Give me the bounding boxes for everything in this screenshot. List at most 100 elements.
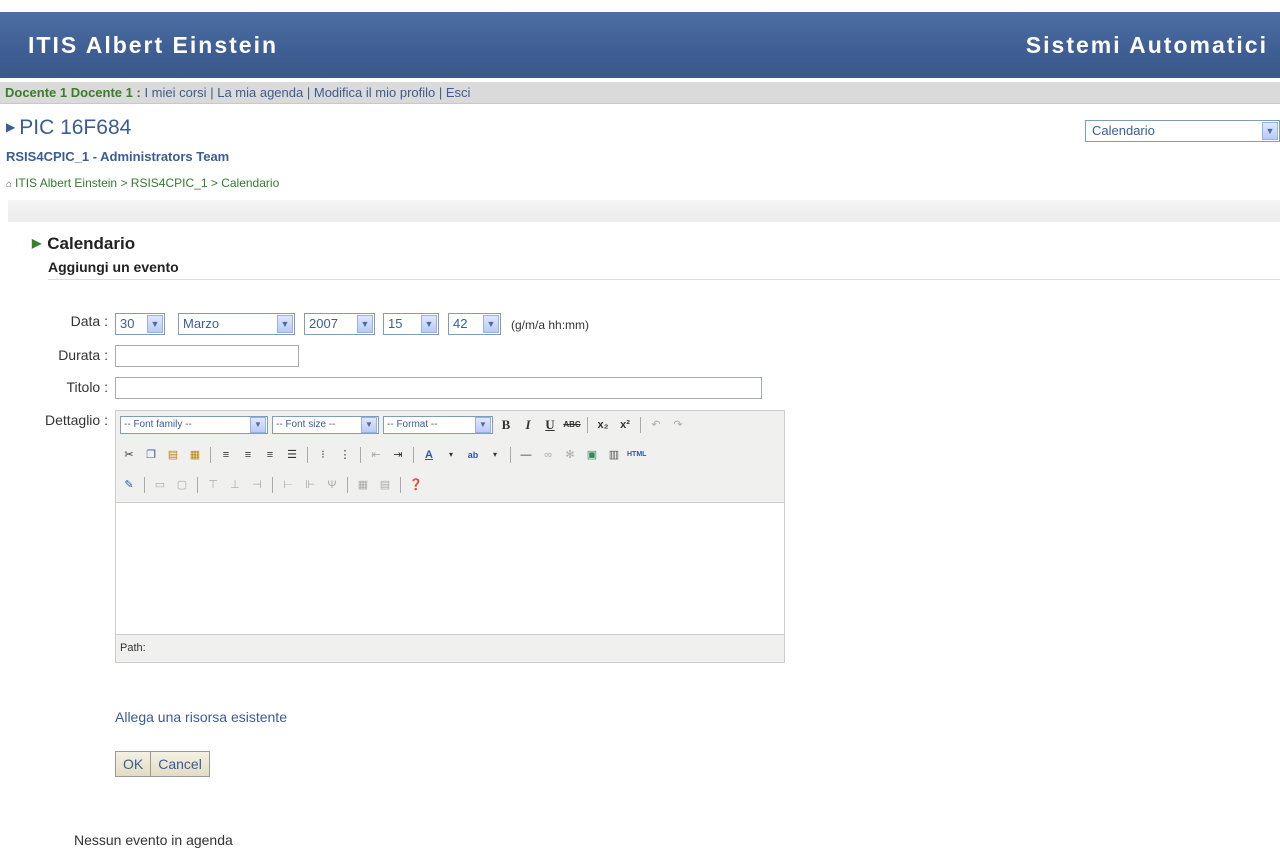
edit-table-icon[interactable]: ✎ <box>120 476 138 494</box>
year-select[interactable]: 2007 ▼ <box>304 313 375 335</box>
user-bar: Docente 1 Docente 1 : I miei corsi | La … <box>0 82 1280 104</box>
underline-icon[interactable]: U <box>541 416 559 434</box>
day-select[interactable]: 30 ▼ <box>115 313 165 335</box>
section-subtitle: Aggiungi un evento <box>48 259 179 275</box>
chevron-down-icon[interactable]: ▾ <box>486 446 504 464</box>
align-center-icon[interactable]: ≡ <box>239 446 257 464</box>
format-select[interactable]: -- Format -- ▼ <box>383 416 493 434</box>
subscript-icon[interactable]: x₂ <box>594 416 612 434</box>
font-size-select[interactable]: -- Font size -- ▼ <box>272 416 379 434</box>
paste-word-icon[interactable]: ▦ <box>186 446 204 464</box>
user-name: Docente 1 Docente 1 : <box>5 85 141 100</box>
year-value: 2007 <box>309 316 338 331</box>
detail-label: Dettaglio : <box>44 412 108 428</box>
toolbar-separator <box>360 447 361 463</box>
breadcrumb-home[interactable]: ITIS Albert Einstein <box>15 176 117 190</box>
delete-col-icon[interactable]: Ψ <box>323 476 341 494</box>
logout-link[interactable]: Esci <box>446 85 471 100</box>
unlink-icon[interactable]: ✻ <box>561 446 579 464</box>
outdent-icon[interactable]: ⇤ <box>367 446 385 464</box>
table-row-props-icon[interactable]: ▭ <box>151 476 169 494</box>
italic-icon[interactable]: I <box>519 416 537 434</box>
rich-text-editor: -- Font family -- ▼ -- Font size -- ▼ -- F… <box>115 410 785 663</box>
ok-button[interactable]: OK <box>115 751 152 777</box>
title-input[interactable] <box>115 377 762 399</box>
copy-icon[interactable]: ❐ <box>142 446 160 464</box>
separator: | <box>306 85 311 100</box>
help-icon[interactable]: ❓ <box>407 476 425 494</box>
jump-menu-select[interactable]: Calendario ▼ <box>1085 120 1280 142</box>
course-team: RSIS4CPIC_1 - Administrators Team <box>6 149 230 164</box>
breadcrumb: ⌂ ITIS Albert Einstein > RSIS4CPIC_1 > Ca… <box>6 176 279 190</box>
chevron-down-icon: ▼ <box>357 315 373 333</box>
media-icon[interactable]: ▥ <box>605 446 623 464</box>
course-title: ▶ PIC 16F684 <box>6 116 131 140</box>
chevron-down-icon: ▼ <box>277 315 293 333</box>
align-right-icon[interactable]: ≡ <box>261 446 279 464</box>
triangle-right-icon: ▶ <box>6 120 16 134</box>
cut-icon[interactable]: ✂ <box>120 446 138 464</box>
strikethrough-icon[interactable]: ABC <box>563 416 581 434</box>
chevron-down-icon[interactable]: ▼ <box>1262 122 1278 140</box>
merge-cells-icon[interactable]: ▤ <box>376 476 394 494</box>
font-family-select[interactable]: -- Font family -- ▼ <box>120 416 268 434</box>
split-cells-icon[interactable]: ▦ <box>354 476 372 494</box>
attach-resource-link[interactable]: Allega una risorsa esistente <box>115 709 287 725</box>
breadcrumb-course[interactable]: RSIS4CPIC_1 <box>131 176 208 190</box>
hour-select[interactable]: 15 ▼ <box>383 313 439 335</box>
course-title-text: PIC 16F684 <box>19 116 132 139</box>
delete-row-icon[interactable]: ⊣ <box>248 476 266 494</box>
toolbar-separator <box>640 417 641 433</box>
chevron-down-icon[interactable]: ▾ <box>442 446 460 464</box>
editor-content-area[interactable] <box>116 502 784 635</box>
horizontal-rule-icon[interactable]: — <box>517 446 535 464</box>
date-label: Data : <box>70 313 108 329</box>
superscript-icon[interactable]: x² <box>616 416 634 434</box>
breadcrumb-current: Calendario <box>221 176 280 190</box>
numbered-list-icon[interactable]: ⋮ <box>336 446 354 464</box>
insert-row-before-icon[interactable]: ⊤ <box>204 476 222 494</box>
home-icon: ⌂ <box>6 179 13 190</box>
toolbar-separator <box>144 477 145 493</box>
bold-icon[interactable]: B <box>497 416 515 434</box>
site-header: ITIS Albert Einstein Sistemi Automatici <box>0 12 1280 78</box>
jump-menu-value: Calendario <box>1092 123 1155 138</box>
month-select[interactable]: Marzo ▼ <box>178 313 295 335</box>
toolbar-separator <box>587 417 588 433</box>
editor-toolbar-row-2: ✂ ❐ ▤ ▦ ≡ ≡ ≡ ☰ ⁝ ⋮ ⇤ ⇥ A ▾ ab ▾ — ∞ ✻ ▣… <box>120 443 646 467</box>
chevron-down-icon: ▼ <box>250 417 266 433</box>
month-value: Marzo <box>183 316 220 331</box>
toolbar-separator <box>272 477 273 493</box>
toolbar-separator <box>400 477 401 493</box>
chevron-down-icon: ▼ <box>483 315 499 333</box>
cancel-button[interactable]: Cancel <box>151 751 210 777</box>
no-events-message: Nessun evento in agenda <box>74 832 233 848</box>
minute-select[interactable]: 42 ▼ <box>448 313 501 335</box>
insert-col-before-icon[interactable]: ⊢ <box>279 476 297 494</box>
link-icon[interactable]: ∞ <box>539 446 557 464</box>
insert-row-after-icon[interactable]: ⊥ <box>226 476 244 494</box>
chevron-down-icon: ▼ <box>421 315 437 333</box>
insert-col-after-icon[interactable]: ⊩ <box>301 476 319 494</box>
bullet-list-icon[interactable]: ⁝ <box>314 446 332 464</box>
my-agenda-link[interactable]: La mia agenda <box>217 85 303 100</box>
site-title[interactable]: ITIS Albert Einstein <box>28 32 278 59</box>
my-courses-link[interactable]: I miei corsi <box>144 85 206 100</box>
align-justify-icon[interactable]: ☰ <box>283 446 301 464</box>
toolbar-separator <box>510 447 511 463</box>
align-left-icon[interactable]: ≡ <box>217 446 235 464</box>
highlight-color-icon[interactable]: ab <box>464 446 482 464</box>
separator: | <box>210 85 214 100</box>
edit-profile-link[interactable]: Modifica il mio profilo <box>314 85 435 100</box>
paste-icon[interactable]: ▤ <box>164 446 182 464</box>
indent-icon[interactable]: ⇥ <box>389 446 407 464</box>
redo-icon[interactable]: ↷ <box>669 416 687 434</box>
undo-icon[interactable]: ↶ <box>647 416 665 434</box>
font-family-value: -- Font family -- <box>124 419 192 430</box>
separator-band <box>8 200 1280 222</box>
table-cell-props-icon[interactable]: ▢ <box>173 476 191 494</box>
image-icon[interactable]: ▣ <box>583 446 601 464</box>
html-source-icon[interactable]: HTML <box>627 446 646 464</box>
text-color-icon[interactable]: A <box>420 446 438 464</box>
duration-input[interactable] <box>115 345 299 367</box>
